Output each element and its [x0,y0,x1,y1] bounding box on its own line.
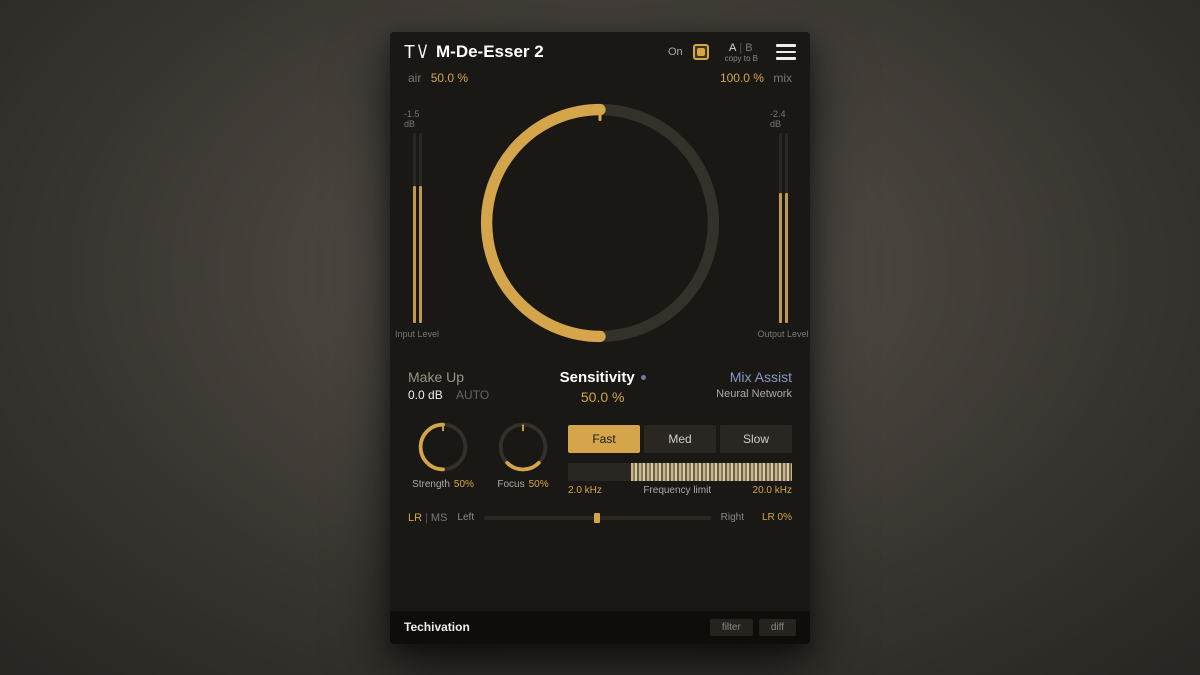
sensitivity-section: Sensitivity 50.0 % [560,369,646,405]
plugin-title: M-De-Esser 2 [436,42,544,62]
speed-fast-button[interactable]: Fast [568,425,640,453]
indicator-dot-icon [641,375,646,380]
power-label: On [668,46,683,58]
makeup-auto-button[interactable]: AUTO [456,388,489,402]
makeup-section[interactable]: Make Up 0.0 dB AUTO [408,369,489,405]
mix-assist-section[interactable]: Mix Assist Neural Network [716,369,792,405]
preset-b[interactable]: B [745,42,753,54]
mix-readout[interactable]: 100.0 % mix [720,71,792,85]
plugin-window: T \/ M-De-Esser 2 On A|B copy to B air 5… [390,32,810,644]
power-toggle[interactable] [693,44,709,60]
footer: Techivation filter diff [390,611,810,644]
filter-button[interactable]: filter [710,619,753,636]
header: T \/ M-De-Esser 2 On A|B copy to B [390,32,810,69]
sensitivity-dial[interactable] [474,97,726,349]
sensitivity-value[interactable]: 50.0 % [581,389,625,405]
ab-compare[interactable]: A|B copy to B [725,42,758,63]
balance-slider[interactable] [484,516,711,520]
lr-ms-toggle[interactable]: LR|MS [408,512,447,524]
freq-low-value[interactable]: 2.0 kHz [568,485,602,496]
main-dial-area: -1.5 dB Input Level -2.4 dB Output Level [390,89,810,367]
copy-to-b[interactable]: copy to B [725,54,758,63]
air-readout[interactable]: air 50.0 % [408,71,468,85]
balance-value[interactable]: LR 0% [754,512,792,523]
preset-a[interactable]: A [729,42,737,54]
makeup-value[interactable]: 0.0 dB [408,388,443,402]
menu-icon[interactable] [776,44,796,60]
output-meter: -2.4 dB Output Level [770,109,796,339]
freq-high-value[interactable]: 20.0 kHz [753,485,792,496]
frequency-limit-slider[interactable] [568,463,792,481]
brand-name: Techivation [404,620,470,634]
input-meter: -1.5 dB Input Level [404,109,430,339]
speed-selector: Fast Med Slow [568,425,792,453]
speed-slow-button[interactable]: Slow [720,425,792,453]
strength-knob[interactable]: Strength50% [408,419,478,490]
focus-knob[interactable]: Focus50% [488,419,558,490]
speed-med-button[interactable]: Med [644,425,716,453]
dial-pointer-icon [599,107,602,121]
diff-button[interactable]: diff [759,619,796,636]
brand-logo-icon: T \/ [404,42,426,63]
